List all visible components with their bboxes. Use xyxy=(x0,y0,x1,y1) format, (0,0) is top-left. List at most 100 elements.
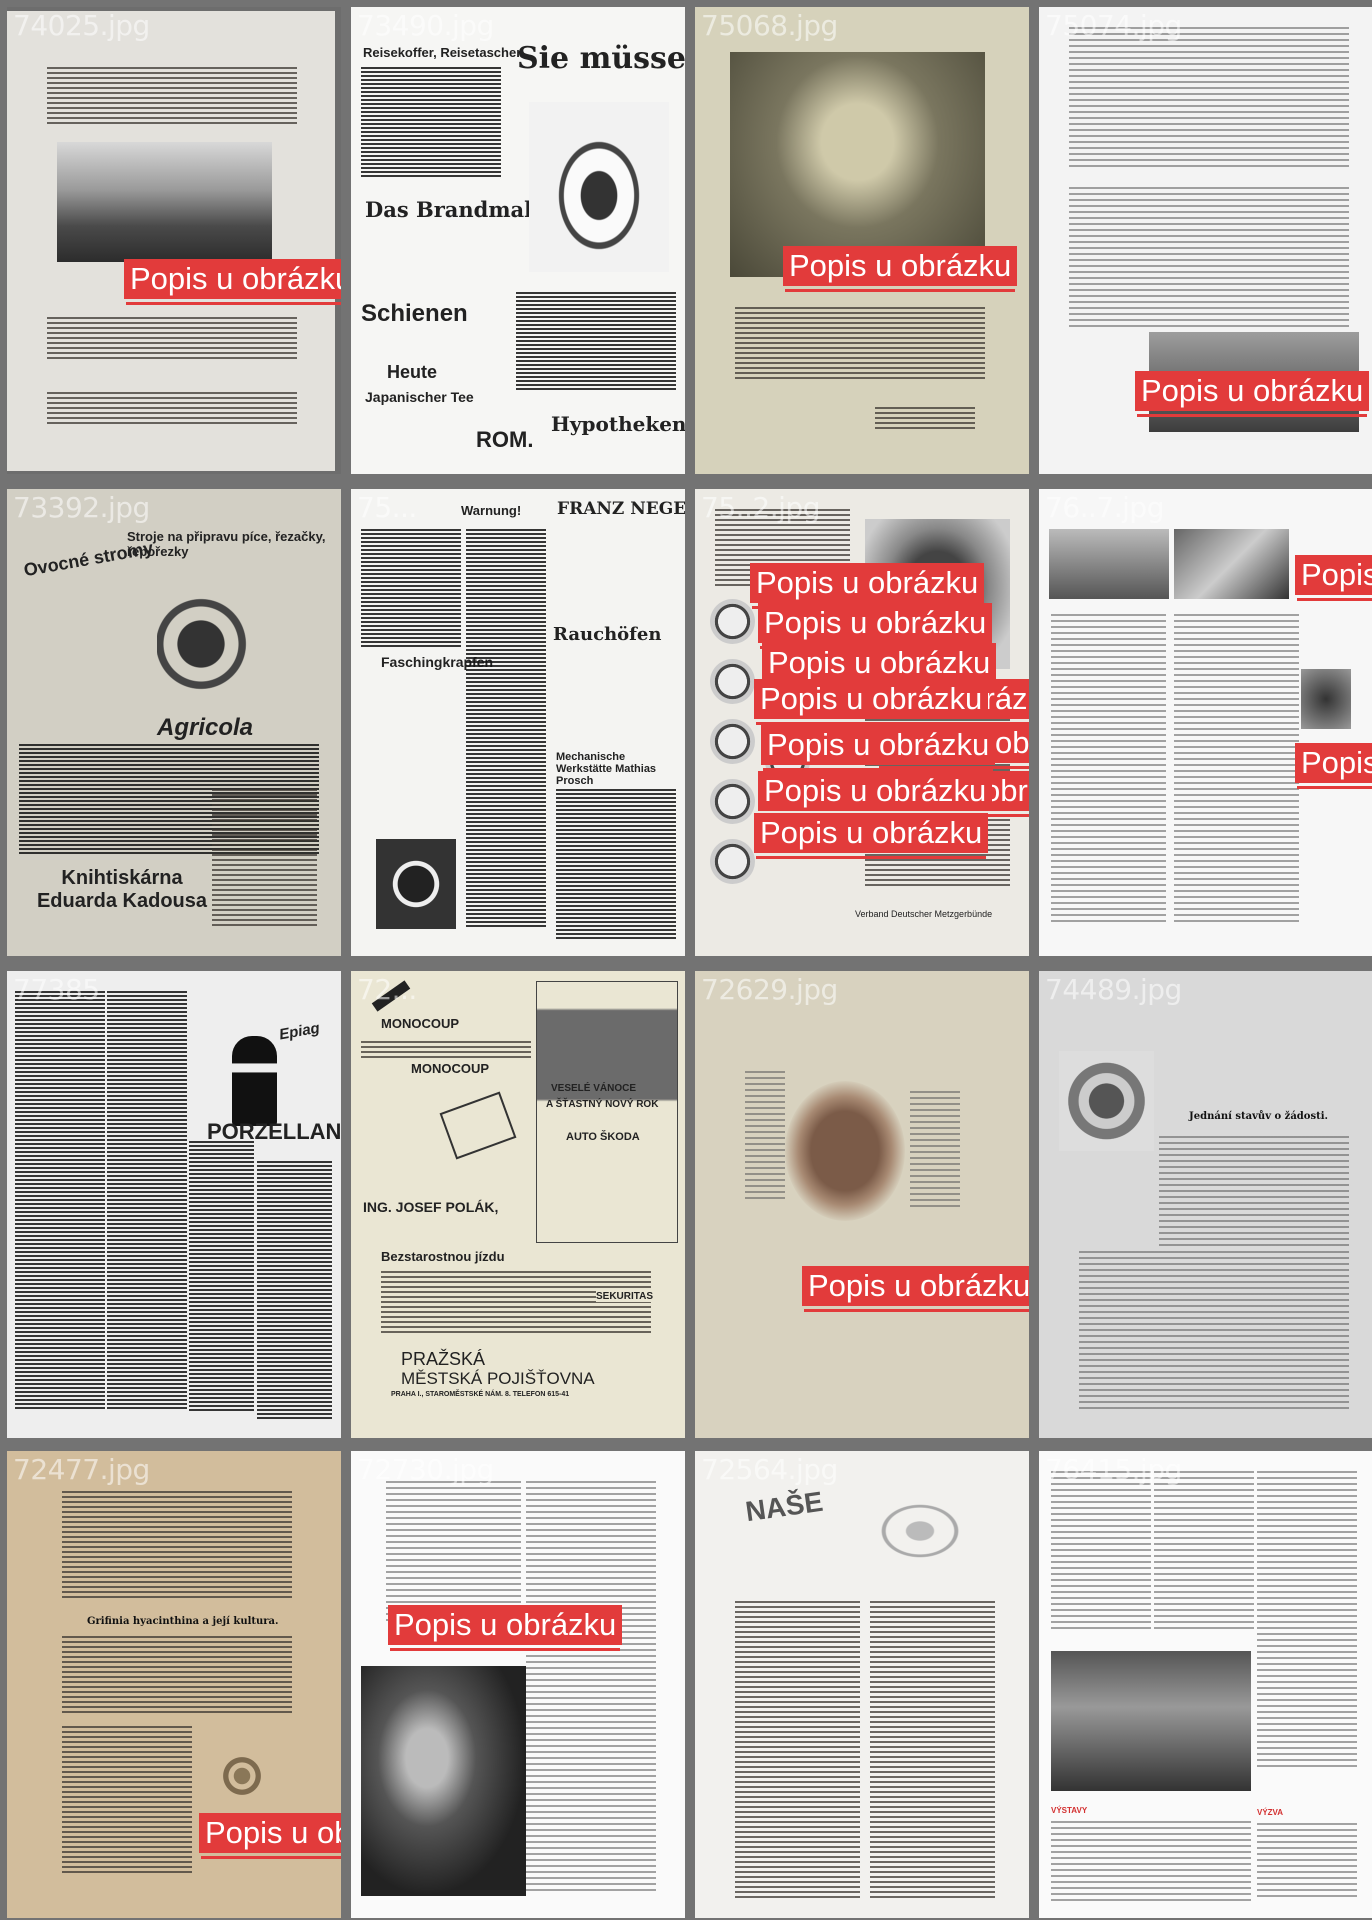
ad-heading: Rauchöfen xyxy=(553,624,662,645)
filename-label: 77385 xyxy=(13,973,100,1006)
filename-label: 74489.jpg xyxy=(1045,973,1182,1006)
filename-label: 72... xyxy=(357,973,417,1006)
emblem xyxy=(710,779,755,824)
emblem xyxy=(710,719,755,764)
image-caption-button[interactable]: Popis u obrázku xyxy=(754,679,989,725)
ad-heading: Reisekoffer, Reisetaschen xyxy=(363,45,525,60)
thumbnail-tile[interactable]: Ovocné stromy Stroje na připravu píce, ř… xyxy=(7,489,341,956)
image-caption-button[interactable]: Popis u obrázku xyxy=(758,603,993,649)
thumbnail-tile[interactable]: 72730.jpg Popis u obrázku xyxy=(351,1451,685,1918)
photo xyxy=(1174,529,1289,599)
image-caption-button[interactable]: Popis u obrázku xyxy=(762,643,997,689)
thumbnail-tile[interactable]: VÝSTAVY VÝZVA 76415.jpg xyxy=(1039,1451,1372,1918)
ad-heading: Schienen xyxy=(361,300,468,327)
emblem xyxy=(710,659,755,704)
label-block xyxy=(910,1091,960,1211)
photo xyxy=(57,142,272,262)
classified-ads xyxy=(107,991,187,1411)
thumbnail-tile[interactable]: Reisekoffer, Reisetaschen Sie müssen Das… xyxy=(351,7,685,474)
text-block xyxy=(257,1161,332,1421)
image-caption-button[interactable]: Popis u obrázku xyxy=(754,813,989,859)
text-block xyxy=(735,1601,860,1901)
label-block xyxy=(745,1071,785,1201)
ad-heading: Heute xyxy=(387,362,438,382)
photo xyxy=(361,1666,526,1896)
ad-address: PRAHA I., STAROMĚSTSKÉ NÁM. 8. TELEFON 6… xyxy=(391,1391,570,1398)
thumbnail-tile[interactable]: 72629.jpg Popis u obrázku xyxy=(695,971,1029,1438)
ad-heading: PRAŽSKÁ xyxy=(401,1349,486,1369)
flower-illustration xyxy=(207,1736,277,1816)
image-caption-button[interactable]: Popis u obrázku xyxy=(1295,555,1372,601)
ad-heading: ING. JOSEF POLÁK, xyxy=(363,1199,499,1215)
filename-label: 75068.jpg xyxy=(701,9,838,42)
brand-logo: SEKURITAS xyxy=(596,1291,654,1302)
text-block xyxy=(62,1726,192,1876)
text-block xyxy=(1051,1471,1151,1631)
ad-heading: Mechanische Werkstätte Mathias Prosch xyxy=(556,751,657,787)
classified-ads xyxy=(189,1141,254,1411)
filename-label: 75... xyxy=(357,491,417,524)
caption-text: Verband Deutscher Metzgerbünde xyxy=(855,909,993,919)
text-block xyxy=(361,529,461,649)
image-caption-button[interactable]: Popis u obrázku xyxy=(199,1813,341,1859)
text-block xyxy=(1079,1251,1349,1411)
text-block xyxy=(1257,1471,1357,1771)
ad-heading: Knihtiskárna Eduarda Kadousa xyxy=(36,867,208,912)
section-heading: VÝZVA xyxy=(1257,1808,1284,1817)
section-heading: VÝSTAVY xyxy=(1051,1806,1088,1815)
filename-label: 74025.jpg xyxy=(13,9,150,42)
text-block xyxy=(1051,614,1166,924)
image-caption-button[interactable]: Popis u obrázku xyxy=(783,246,1018,292)
image-caption-button[interactable]: Popis u obrázku xyxy=(1135,371,1370,417)
engraving xyxy=(730,52,985,277)
ad-heading: Agricola xyxy=(157,714,254,741)
thumbnail-tile[interactable]: NAŠE DĚTI 72564.jpg xyxy=(695,1451,1029,1918)
text-block xyxy=(212,789,317,929)
ad-heading: ROM. xyxy=(476,427,534,452)
image-caption-button[interactable]: Popis u obrázku xyxy=(388,1605,623,1651)
image-caption-button[interactable]: Popis u obrázku xyxy=(1295,743,1372,789)
ad-heading: Das Brandmal xyxy=(365,197,533,222)
thumbnail-tile[interactable]: Epiag PORZELLANS 77385 xyxy=(7,971,341,1438)
thumbnail-tile[interactable]: MONOCOUP MONOCOUP ING. JOSEF POLÁK, VESE… xyxy=(351,971,685,1438)
filename-label: 73392.jpg xyxy=(13,491,150,524)
thumbnail-tile[interactable]: 75074.jpg Popis u obrázku xyxy=(1039,7,1372,474)
text-block xyxy=(361,1041,531,1061)
ad-heading: Sie müssen xyxy=(517,41,685,76)
text-block xyxy=(1154,1471,1254,1631)
thumbnail-tile[interactable]: Warnung! FRANZ NEGER Faschingkrapfen Rau… xyxy=(351,489,685,956)
filename-label: 76..7.jpg xyxy=(1045,491,1164,524)
thumbnail-tile[interactable]: Grifinia hyacinthina a její kultura. 724… xyxy=(7,1451,341,1918)
ad-heading: MONOCOUP xyxy=(381,1016,459,1031)
thumbnail-tile[interactable]: Jednání stavův o žádosti. 74489.jpg xyxy=(1039,971,1372,1438)
image-caption-button[interactable]: Popis u obrázku xyxy=(802,1266,1029,1312)
text-block xyxy=(1174,614,1299,924)
filename-label: 72564.jpg xyxy=(701,1453,838,1486)
text-block xyxy=(556,789,676,939)
image-caption-button[interactable]: Popis u obrázku xyxy=(750,563,985,609)
landscape-illustration xyxy=(536,981,678,1243)
text-block xyxy=(62,1491,292,1601)
text-block xyxy=(1159,1136,1349,1246)
filename-label: 75074.jpg xyxy=(1045,9,1182,42)
text-block xyxy=(526,1481,656,1891)
article-heading: Jednání stavův o žádosti. xyxy=(1189,1111,1328,1122)
text-block xyxy=(1069,187,1349,327)
article-heading: Grifinia hyacinthina a její kultura. xyxy=(87,1616,279,1627)
emblem xyxy=(710,839,755,884)
text-block xyxy=(875,407,975,432)
thumbnail-tile[interactable]: 76..7.jpg Popis u obrázku Popis u obrázk… xyxy=(1039,489,1372,956)
image-caption-button[interactable]: Popis u obrázku xyxy=(124,259,341,305)
thumbnail-tile[interactable]: Verband Deutscher Metzgerbünde 75..2.jpg… xyxy=(695,489,1029,956)
image-caption-button[interactable]: Popis u obrázku xyxy=(761,725,996,771)
ad-heading: AUTO ŠKODA xyxy=(566,1131,640,1143)
ad-heading: MĚSTSKÁ POJIŠŤOVNA xyxy=(401,1369,595,1388)
classified-ads xyxy=(15,991,105,1411)
thumbnail-tile[interactable]: 74025.jpg Popis u obrázku xyxy=(7,7,341,474)
image-caption-button[interactable]: Popis u obrázku xyxy=(758,771,993,817)
illustration xyxy=(529,102,669,272)
photo xyxy=(1051,1651,1251,1791)
thumbnail-tile[interactable]: 75068.jpg Popis u obrázku xyxy=(695,7,1029,474)
text-block xyxy=(1069,27,1349,167)
ad-heading: FRANZ NEGER xyxy=(557,499,685,519)
